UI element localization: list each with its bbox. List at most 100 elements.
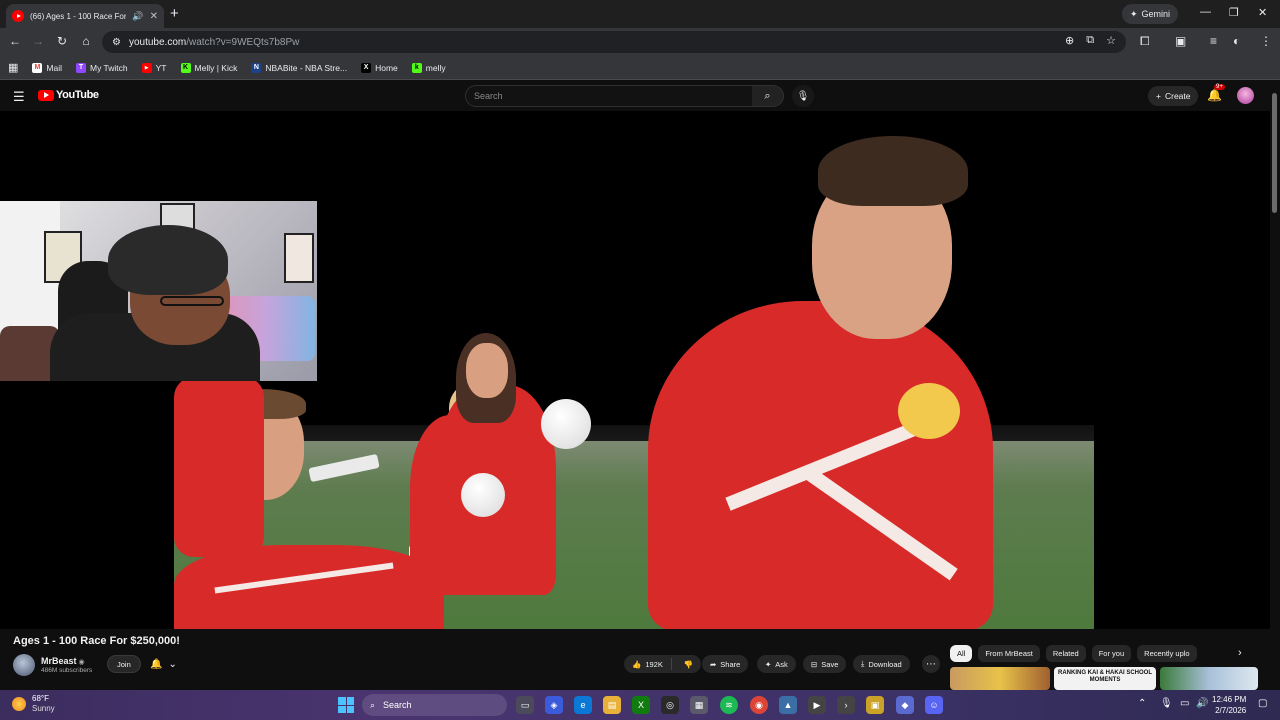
show-hidden-icons[interactable]: ⌃ [1138, 698, 1146, 709]
close-tab-icon[interactable]: ✕ [150, 11, 158, 22]
bookmark-melly[interactable]: k melly [411, 62, 446, 73]
download-button[interactable]: ⤓ Download [853, 655, 910, 673]
bookmark-mail[interactable]: M Mail [32, 62, 62, 73]
app-icon[interactable]: ▣ [866, 696, 884, 714]
store-icon[interactable]: ▦ [690, 696, 708, 714]
video-thumbnail[interactable] [1160, 667, 1258, 690]
scrollbar-thumb[interactable] [1272, 93, 1277, 213]
search-icon: ⌕ [370, 699, 376, 710]
bookmark-melly-kick[interactable]: K Melly | Kick [180, 62, 237, 73]
chip-all[interactable]: All [950, 645, 973, 662]
channel-name[interactable]: MrBeast ◉ [41, 656, 85, 666]
chip-from-mrbeast[interactable]: From MrBeast [978, 645, 1040, 662]
ask-button[interactable]: ✦ Ask [757, 655, 796, 673]
like-dislike-group: 👍 192K 👎 [624, 655, 702, 673]
chip-related[interactable]: Related [1045, 645, 1086, 662]
browser-tab-bar: (66) Ages 1 - 100 Race For $250,000! 🔊 ✕… [0, 0, 1280, 28]
address-bar[interactable]: ⚙ youtube.com/watch?v=9WEQts7b8Pw ⊕ ⧉ ☆ [102, 31, 1126, 53]
media-icon[interactable]: ≡ [1210, 34, 1217, 48]
account-avatar[interactable] [1237, 87, 1254, 104]
search-input[interactable]: Search [465, 85, 753, 107]
bookmark-star-icon[interactable]: ☆ [1106, 34, 1116, 47]
extensions-icon[interactable]: ⧠ [1140, 34, 1150, 49]
task-view-icon[interactable]: ▭ [516, 696, 534, 714]
system-clock[interactable]: 12:46 PM 2/7/2026 [1212, 694, 1246, 716]
media-player-icon[interactable]: ▶ [808, 696, 826, 714]
obs-icon[interactable]: ◎ [661, 696, 679, 714]
notification-center-icon[interactable]: ▢ [1258, 698, 1267, 709]
bookmark-label: melly [425, 62, 446, 73]
thumbs-up-icon: 👍 [632, 659, 642, 669]
chrome-menu-icon[interactable]: ⋮ [1260, 34, 1272, 48]
chip-for-you[interactable]: For you [1091, 645, 1132, 662]
terminal-icon[interactable]: › [837, 696, 855, 714]
cast-icon[interactable]: ⧉ [1086, 34, 1094, 47]
page-scrollbar[interactable] [1270, 81, 1280, 690]
photos-icon[interactable]: ▲ [779, 696, 797, 714]
site-info-icon[interactable]: ⚙ [112, 37, 121, 48]
search-button[interactable]: ⌕ [752, 85, 784, 107]
channel-avatar[interactable] [13, 654, 35, 676]
back-button[interactable]: ← [7, 34, 23, 48]
video-info: Ages 1 - 100 Race For $250,000! MrBeast ◉… [0, 629, 1270, 690]
windows-start-button[interactable] [338, 697, 354, 713]
taskbar-search[interactable]: ⌕ Search [362, 694, 507, 716]
more-actions-button[interactable]: ⋯ [922, 655, 940, 673]
chrome-icon[interactable]: ◉ [750, 696, 768, 714]
youtube-logo[interactable]: YouTube [38, 89, 99, 101]
home-button[interactable]: ⌂ [78, 34, 94, 48]
like-button[interactable]: 👍 192K [624, 658, 672, 670]
volume-icon[interactable]: 🔊 [1196, 698, 1208, 709]
notifications-button[interactable]: 🔔 9+ [1207, 84, 1225, 102]
chip-recently-uploaded[interactable]: Recently uplo [1137, 645, 1197, 662]
wall-picture [284, 233, 314, 283]
reload-button[interactable]: ↻ [54, 34, 70, 48]
girl-face [466, 343, 508, 398]
bookmark-label: NBABite - NBA Stre... [265, 62, 348, 73]
video-thumbnail[interactable] [950, 667, 1050, 690]
create-button[interactable]: + Create [1148, 86, 1199, 106]
video-thumbnail[interactable]: RANKING KAI & HAKAI SCHOOL MOMENTS [1054, 667, 1156, 690]
browser-tab[interactable]: (66) Ages 1 - 100 Race For $250,000! 🔊 ✕ [6, 4, 164, 28]
copilot-icon[interactable]: ◈ [545, 696, 563, 714]
bookmark-my-twitch[interactable]: T My Twitch [76, 62, 128, 73]
chevron-right-icon[interactable]: › [1238, 647, 1242, 659]
menu-icon[interactable]: ☰ [13, 89, 25, 105]
bookmark-icon: ⊟ [811, 659, 818, 669]
app-icon[interactable]: ◆ [896, 696, 914, 714]
video-title: Ages 1 - 100 Race For $250,000! [13, 635, 180, 647]
save-button[interactable]: ⊟ Save [803, 655, 847, 673]
network-icon[interactable]: ▭ [1180, 698, 1189, 709]
discord-icon[interactable]: ☺ [925, 696, 943, 714]
share-button[interactable]: ➦ Share [702, 655, 749, 673]
microphone-icon[interactable]: 🎙 [1160, 698, 1173, 709]
video-player[interactable] [0, 111, 1270, 629]
speaker-icon[interactable]: 🔊 [132, 11, 143, 22]
weather-widget[interactable]: 68°F Sunny [12, 694, 55, 714]
new-tab-button[interactable]: + [170, 5, 179, 22]
forward-button[interactable]: → [30, 34, 46, 48]
voice-search-button[interactable]: 🎙 [792, 85, 814, 107]
side-panel-icon[interactable]: ▣ [1175, 34, 1186, 48]
bookmark-home[interactable]: X Home [361, 62, 398, 73]
file-explorer-icon[interactable]: ▤ [603, 696, 621, 714]
bookmark-nbabite[interactable]: N NBABite - NBA Stre... [251, 62, 348, 73]
apps-grid-icon[interactable]: ▦ [8, 61, 18, 74]
zoom-icon[interactable]: ⊕ [1065, 34, 1074, 47]
restore-button[interactable]: ❐ [1229, 6, 1239, 19]
url-text: youtube.com/watch?v=9WEQts7b8Pw [128, 36, 300, 48]
xbox-icon[interactable]: X [632, 696, 650, 714]
like-count: 192K [645, 659, 663, 669]
close-window-button[interactable]: ✕ [1258, 6, 1267, 19]
dislike-button[interactable]: 👎 [676, 660, 701, 669]
bookmark-yt[interactable]: ▶ YT [141, 62, 167, 73]
gemini-button[interactable]: ✦ Gemini [1122, 4, 1179, 24]
minimize-button[interactable]: — [1200, 6, 1211, 18]
join-button[interactable]: Join [107, 655, 141, 673]
plus-icon: + [1156, 91, 1161, 101]
profile-icon[interactable]: ◐ [1233, 34, 1240, 48]
subscription-bell-button[interactable]: 🔔 ⌄ [144, 655, 183, 673]
share-icon: ➦ [710, 659, 717, 669]
edge-icon[interactable]: e [574, 696, 592, 714]
spotify-icon[interactable]: ≋ [720, 696, 738, 714]
